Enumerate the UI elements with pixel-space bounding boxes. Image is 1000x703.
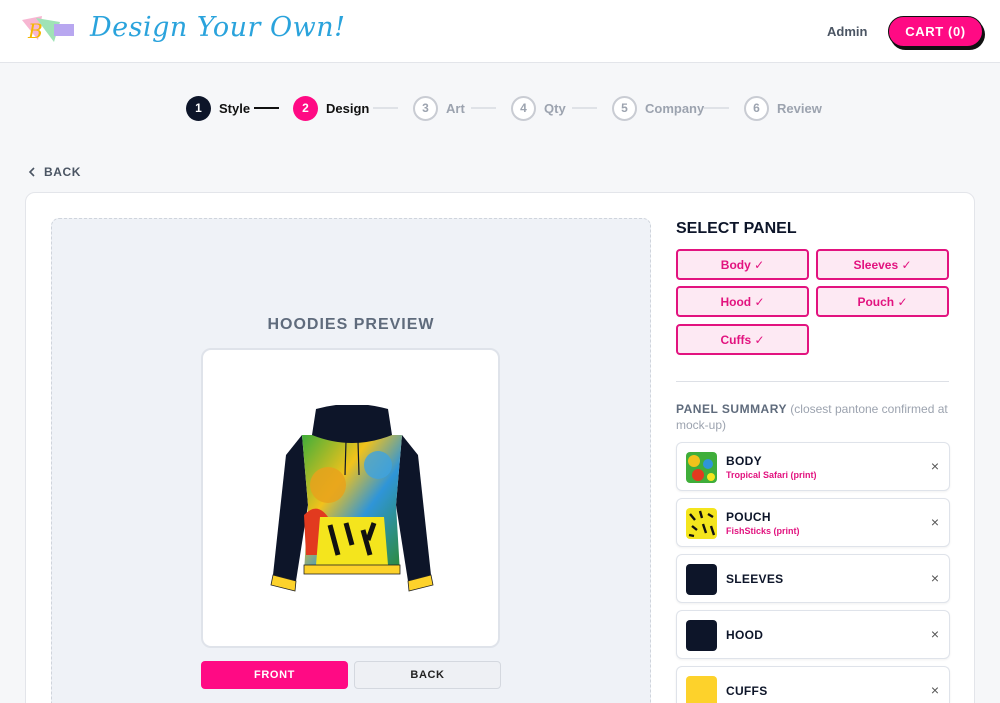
step-connector xyxy=(373,107,398,109)
summary-item-pouch: POUCH FishSticks (print) × xyxy=(676,498,950,547)
panel-body-button[interactable]: Body ✓ xyxy=(676,249,809,280)
step-label: Review xyxy=(777,100,822,116)
remove-icon[interactable]: × xyxy=(931,515,939,529)
divider xyxy=(676,381,949,382)
step-number: 6 xyxy=(744,95,769,121)
step-number: 5 xyxy=(612,95,637,121)
summary-item-name: BODY xyxy=(726,454,762,468)
summary-item-body: BODY Tropical Safari (print) × xyxy=(676,442,950,491)
remove-icon[interactable]: × xyxy=(931,459,939,473)
step-review[interactable]: 6 Review xyxy=(744,95,822,121)
step-connector xyxy=(704,107,729,109)
brand-title[interactable]: Design Your Own! xyxy=(90,12,345,43)
summary-item-cuffs: CUFFS × xyxy=(676,666,950,703)
summary-item-name: HOOD xyxy=(726,628,764,642)
panel-summary-title: PANEL SUMMARY xyxy=(676,402,787,416)
remove-icon[interactable]: × xyxy=(931,683,939,697)
step-label: Art xyxy=(446,100,465,116)
summary-item-print: FishSticks (print) xyxy=(726,526,800,536)
summary-item-name: CUFFS xyxy=(726,684,768,698)
back-label: BACK xyxy=(44,165,82,179)
panel-cuffs-button[interactable]: Cuffs ✓ xyxy=(676,324,809,355)
panel-sleeves-button[interactable]: Sleeves ✓ xyxy=(816,249,949,280)
step-art[interactable]: 3 Art xyxy=(413,95,465,121)
step-connector xyxy=(254,107,279,109)
summary-item-name: POUCH xyxy=(726,510,771,524)
remove-icon[interactable]: × xyxy=(931,571,939,585)
step-design[interactable]: 2 Design xyxy=(293,95,369,121)
step-label: Company xyxy=(645,100,705,116)
step-number: 2 xyxy=(293,95,318,121)
summary-item-sleeves: SLEEVES × xyxy=(676,554,950,603)
color-swatch xyxy=(686,620,717,651)
summary-item-hood: HOOD × xyxy=(676,610,950,659)
admin-link[interactable]: Admin xyxy=(827,24,867,39)
step-label: Style xyxy=(219,100,251,116)
step-style[interactable]: 1 Style xyxy=(186,95,250,121)
step-qty[interactable]: 4 Qty xyxy=(511,95,566,121)
step-number: 4 xyxy=(511,95,536,121)
panel-summary-heading: PANEL SUMMARY (closest pantone confirmed… xyxy=(676,401,951,433)
color-swatch xyxy=(686,676,717,703)
preview-title: HOODIES PREVIEW xyxy=(267,316,435,333)
step-company[interactable]: 5 Company xyxy=(612,95,704,121)
step-connector xyxy=(572,107,597,109)
back-view-button[interactable]: BACK xyxy=(354,661,501,689)
tropical-print-swatch xyxy=(686,452,717,483)
front-view-button[interactable]: FRONT xyxy=(201,661,348,689)
step-label: Qty xyxy=(544,100,566,116)
cart-button[interactable]: CART (0) xyxy=(888,16,983,47)
svg-text:B: B xyxy=(27,19,43,43)
step-connector xyxy=(471,107,496,109)
remove-icon[interactable]: × xyxy=(931,627,939,641)
summary-item-name: SLEEVES xyxy=(726,572,784,586)
select-panel-title: SELECT PANEL xyxy=(676,220,797,237)
fishsticks-print-swatch xyxy=(686,508,717,539)
hoodie-mockup-image xyxy=(270,405,434,592)
back-link[interactable]: BACK xyxy=(28,165,81,179)
logo-icon[interactable]: B xyxy=(20,14,76,46)
chevron-left-icon xyxy=(28,167,35,177)
color-swatch xyxy=(686,564,717,595)
panel-hood-button[interactable]: Hood ✓ xyxy=(676,286,809,317)
summary-item-print: Tropical Safari (print) xyxy=(726,470,817,480)
step-number: 1 xyxy=(186,95,211,121)
step-number: 3 xyxy=(413,95,438,121)
top-header: B Design Your Own! Admin CART (0) xyxy=(0,0,1000,63)
panel-pouch-button[interactable]: Pouch ✓ xyxy=(816,286,949,317)
step-label: Design xyxy=(326,100,370,116)
